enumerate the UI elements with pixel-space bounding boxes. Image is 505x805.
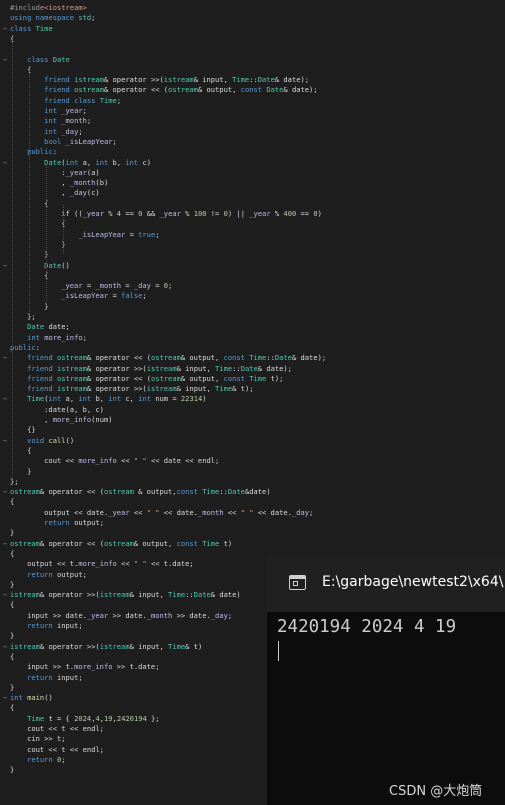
code-line: return 0; xyxy=(27,754,66,764)
code-line: return input; xyxy=(27,672,83,682)
code-line: return input; xyxy=(27,621,83,630)
code-line: Time t = { 2024,4,19,2420194 }; xyxy=(27,713,160,723)
code-line: ostream& operator << (ostream & output,c… xyxy=(10,487,271,497)
code-line: { xyxy=(10,548,15,558)
code-line: { xyxy=(10,651,15,661)
code-line: _isLeapYear = false; xyxy=(61,291,147,301)
console-window[interactable]: E:\garbage\newtest2\x64\ 2420194 2024 4 … xyxy=(267,555,505,805)
code-line: using namespace std; xyxy=(10,13,96,23)
code-line: cout << more_info << " " << date << endl… xyxy=(10,456,220,466)
fold-toggle-icon[interactable]: − xyxy=(1,642,9,652)
code-line: _isLeapYear = true; xyxy=(78,229,160,239)
fold-toggle-icon[interactable]: − xyxy=(1,261,9,271)
code-line: { xyxy=(10,703,15,713)
code-line: } xyxy=(10,682,15,692)
indent-guide xyxy=(46,163,47,306)
code-line: int more_info; xyxy=(27,332,87,342)
fold-toggle-icon[interactable]: − xyxy=(1,487,9,497)
code-line: } xyxy=(10,579,15,589)
code-line: return output; xyxy=(27,569,87,579)
code-line: return output; xyxy=(44,518,104,527)
code-line: } xyxy=(10,765,15,775)
fold-toggle-icon[interactable]: − xyxy=(1,353,9,363)
code-line: public: xyxy=(10,342,40,352)
fold-toggle-icon[interactable]: − xyxy=(1,158,9,168)
code-line: { xyxy=(10,497,15,507)
code-line: void call() xyxy=(27,435,75,445)
code-line: int _year; xyxy=(44,106,87,115)
code-line: friend istream& operator >>(istream& inp… xyxy=(27,384,254,394)
code-line: } xyxy=(10,528,15,538)
code-line: } xyxy=(10,631,15,641)
code-line: { xyxy=(10,219,66,229)
code-line: int _month; xyxy=(44,116,92,126)
code-line: #include<iostream> xyxy=(10,3,87,12)
fold-toggle-icon[interactable]: − xyxy=(1,539,9,549)
fold-toggle-icon[interactable]: − xyxy=(1,590,9,600)
code-line: output << date._year << " " << date._mon… xyxy=(10,507,314,517)
code-line: int main() xyxy=(10,693,53,703)
code-line: Date date; xyxy=(27,322,70,332)
code-line: friend istream& operator >>(istream& inp… xyxy=(44,75,310,85)
code-line: cout << t << endl; xyxy=(10,744,104,754)
code-line: friend ostream& operator << (ostream& ou… xyxy=(27,373,284,383)
indent-guide xyxy=(12,39,13,481)
code-line: , _day(c) xyxy=(10,188,100,198)
fold-toggle-icon[interactable]: − xyxy=(1,394,9,404)
code-line: friend ostream& operator << (ostream& ou… xyxy=(44,85,318,95)
fold-toggle-icon[interactable]: − xyxy=(1,55,9,65)
code-line: input >> t.more_info >> t.date; xyxy=(10,662,160,672)
fold-toggle-icon[interactable]: − xyxy=(1,436,9,446)
code-line: input >> date._year >> date._month >> da… xyxy=(10,610,233,620)
text-cursor xyxy=(278,641,279,661)
console-title-bar[interactable]: E:\garbage\newtest2\x64\ xyxy=(267,555,505,612)
code-line: friend class Time; xyxy=(44,95,122,105)
code-line: output << t.more_info << " " << t.date; xyxy=(10,559,194,569)
code-line: cout << t << endl; xyxy=(10,724,104,733)
code-line: :date(a, b, c) xyxy=(10,404,104,414)
code-line: , _month(b) xyxy=(10,178,109,188)
terminal-icon xyxy=(289,575,306,590)
code-line: class Date xyxy=(27,54,70,64)
indent-guide xyxy=(29,70,30,316)
code-line: ostream& operator << (ostream& output, c… xyxy=(10,538,233,548)
code-line: int _day; xyxy=(44,126,83,136)
code-line: class Time xyxy=(10,23,53,33)
fold-toggle-icon[interactable]: − xyxy=(1,24,9,34)
code-line: _year = _month = _day = 0; xyxy=(61,281,173,291)
code-line: friend ostream& operator << (ostream& ou… xyxy=(27,353,327,363)
code-line: { xyxy=(10,445,32,455)
code-line: } xyxy=(10,466,32,476)
code-line: cin >> t; xyxy=(10,734,66,744)
code-line: , more_info(num) xyxy=(10,415,113,424)
code-line: {} xyxy=(10,425,36,435)
code-line: Date() xyxy=(44,260,70,270)
code-line: { xyxy=(10,600,15,610)
indent-guide xyxy=(63,204,64,255)
code-line: istream& operator >>(istream& input, Tim… xyxy=(10,641,203,651)
code-line: friend istream& operator >>(istream& inp… xyxy=(27,363,292,373)
code-line: :_year(a) xyxy=(10,167,100,177)
fold-toggle-icon[interactable]: − xyxy=(1,693,9,703)
code-line: } xyxy=(10,239,66,249)
code-line: Time(int a, int b, int c, int num = 2231… xyxy=(27,394,207,404)
code-line: }; xyxy=(10,312,36,321)
code-line: bool _isLeapYear; xyxy=(44,136,117,146)
console-output: 2420194 2024 4 19 xyxy=(277,617,457,637)
code-line: Date(int a, int b, int c) xyxy=(44,157,151,167)
code-line: if ((_year % 4 == 0 && _year % 100 != 0)… xyxy=(10,209,322,218)
code-line: istream& operator >>(istream& input, Tim… xyxy=(10,590,241,600)
console-title: E:\garbage\newtest2\x64\ xyxy=(322,574,504,590)
watermark: CSDN @大炮筒 xyxy=(389,784,483,799)
code-line: public: xyxy=(27,147,57,157)
